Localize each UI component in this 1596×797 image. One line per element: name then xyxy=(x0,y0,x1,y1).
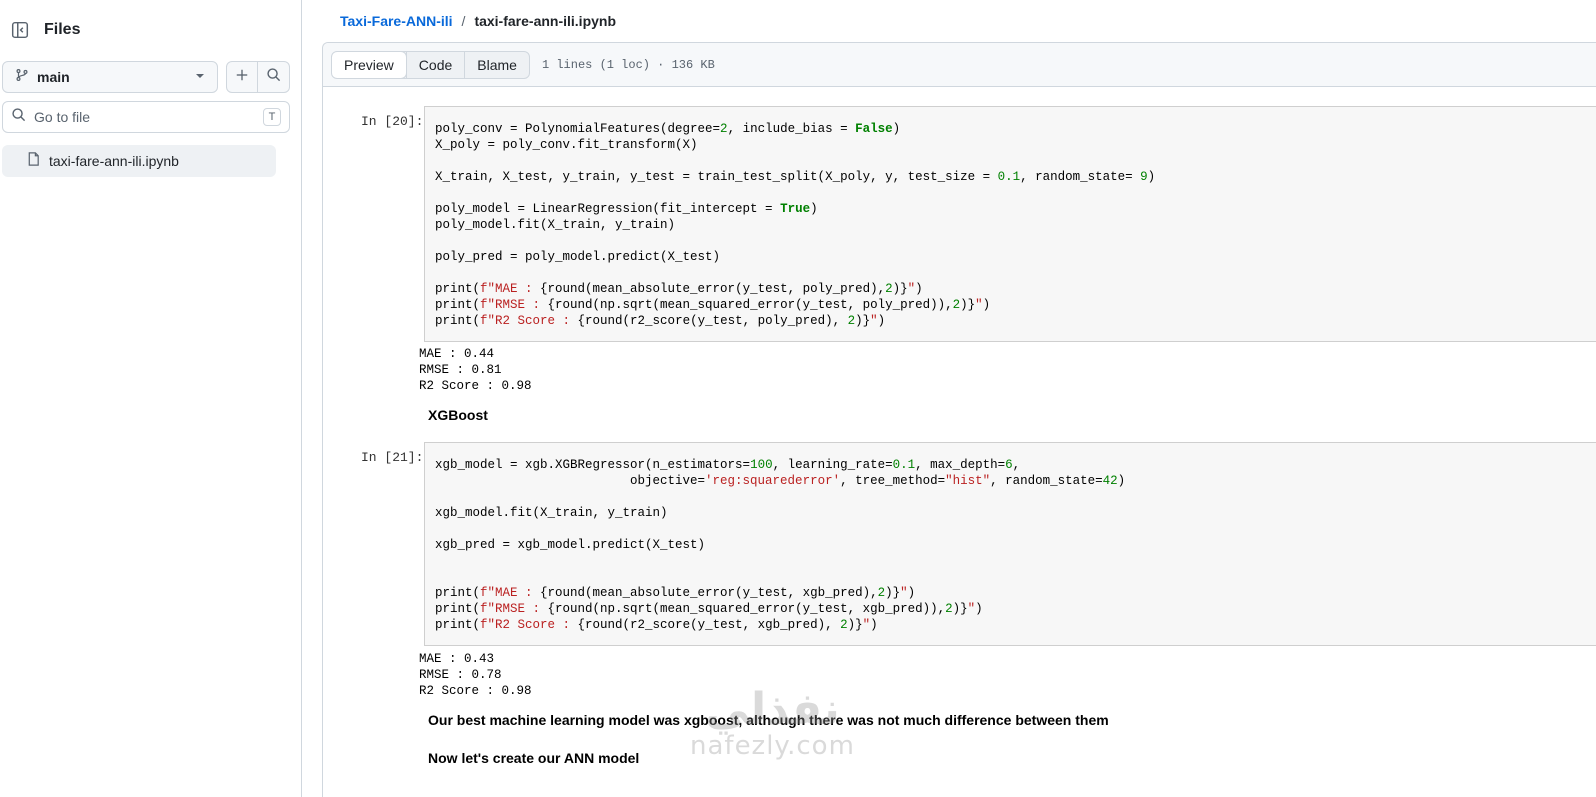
breadcrumb-separator: / xyxy=(461,13,466,29)
markdown-heading: XGBoost xyxy=(428,407,488,423)
file-view: Taxi-Fare-ANN-ili / taxi-fare-ann-ili.ip… xyxy=(302,0,1596,797)
add-file-button[interactable] xyxy=(226,61,258,93)
branch-name: main xyxy=(37,69,70,85)
cell-prompt: In [21]: xyxy=(361,450,424,465)
file-tree-item[interactable]: taxi-fare-ann-ili.ipynb xyxy=(2,145,276,177)
view-mode-toggle: Preview Code Blame xyxy=(331,50,530,79)
search-code-button[interactable] xyxy=(258,61,290,93)
cell-output: MAE : 0.44 RMSE : 0.81 R2 Score : 0.98 xyxy=(419,347,532,393)
cell-prompt: In [20]: xyxy=(361,114,424,129)
plus-icon xyxy=(235,68,249,87)
go-to-file-search[interactable]: T xyxy=(2,101,290,133)
file-size-info: 1 lines (1 loc) · 136 KB xyxy=(541,57,715,72)
breadcrumb: Taxi-Fare-ANN-ili / taxi-fare-ann-ili.ip… xyxy=(340,10,616,32)
cell-output: MAE : 0.43 RMSE : 0.78 R2 Score : 0.98 xyxy=(419,652,532,698)
sidebar-title: Files xyxy=(44,21,81,38)
file-tree-item-label: taxi-fare-ann-ili.ipynb xyxy=(49,153,179,169)
markdown-paragraph: Our best machine learning model was xgbo… xyxy=(428,712,1109,728)
sidebar-header: Files xyxy=(6,14,80,46)
file-tree-sidebar: Files main Go to file T taxi-fare-ann-il… xyxy=(0,0,302,797)
tab-blame[interactable]: Blame xyxy=(464,51,529,78)
file-icon xyxy=(26,151,41,172)
file-actions-group xyxy=(226,61,290,93)
search-icon xyxy=(11,107,26,127)
search-icon xyxy=(266,67,281,87)
code-cell[interactable]: poly_conv = PolynomialFeatures(degree=2,… xyxy=(424,106,1596,342)
branch-selector-button[interactable]: main xyxy=(2,61,218,93)
sidebar-collapse-icon[interactable] xyxy=(6,16,34,44)
tab-preview[interactable]: Preview xyxy=(331,51,407,78)
branch-controls: main xyxy=(2,61,290,93)
keyboard-shortcut-badge: T xyxy=(263,108,281,126)
file-header: Preview Code Blame 1 lines (1 loc) · 136… xyxy=(323,43,1596,87)
tab-code[interactable]: Code xyxy=(405,51,464,78)
breadcrumb-repo-link[interactable]: Taxi-Fare-ANN-ili xyxy=(340,13,453,29)
triangle-down-icon xyxy=(195,68,205,86)
code-cell[interactable]: xgb_model = xgb.XGBRegressor(n_estimator… xyxy=(424,442,1596,646)
markdown-paragraph: Now let's create our ANN model xyxy=(428,750,640,766)
breadcrumb-file-name: taxi-fare-ann-ili.ipynb xyxy=(474,13,617,29)
git-branch-icon xyxy=(15,68,29,87)
go-to-file-input[interactable] xyxy=(34,109,263,125)
